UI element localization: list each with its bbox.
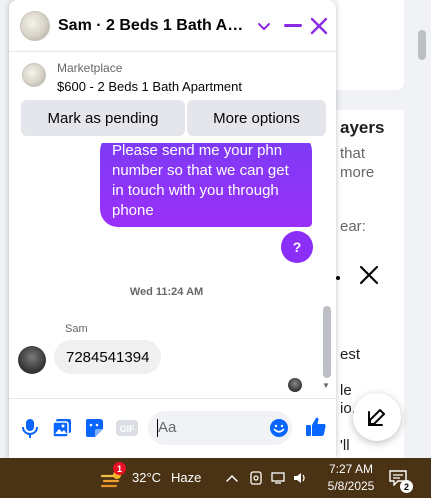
new-message-button[interactable] (353, 393, 401, 441)
chevron-down-icon[interactable] (257, 19, 271, 33)
marketplace-label: Marketplace (57, 61, 123, 75)
listing-title[interactable]: $600 - 2 Beds 1 Bath Apartment (57, 79, 242, 94)
taskbar: 1 32°C Haze 7:27 AM 5/8/2025 2 (0, 458, 431, 498)
marketplace-banner: Marketplace $600 - 2 Beds 1 Bath Apartme… (9, 53, 336, 143)
network-icon[interactable] (270, 470, 286, 486)
message-input[interactable] (158, 419, 258, 436)
background-text: more (340, 164, 375, 181)
chat-scrollbar[interactable] (323, 306, 331, 378)
outgoing-message[interactable]: ? (281, 231, 313, 263)
background-heading: ayers (340, 118, 385, 137)
message-list: Please send me your phn number so that w… (9, 143, 336, 398)
thumbs-up-icon[interactable] (304, 415, 328, 439)
clock-time[interactable]: 7:27 AM (326, 462, 376, 476)
composer: GIF (9, 398, 336, 458)
meet-now-icon[interactable] (248, 470, 264, 486)
minimize-button[interactable] (283, 16, 303, 36)
svg-text:GIF: GIF (120, 424, 136, 434)
avatar[interactable] (18, 346, 46, 374)
emoji-icon[interactable] (269, 418, 289, 438)
notification-badge: 2 (400, 480, 413, 493)
message-timestamp: Wed 11:24 AM (129, 286, 204, 298)
incoming-message[interactable]: 7284541394 (54, 340, 162, 374)
weather-badge: 1 (113, 462, 126, 475)
sender-name: Sam (65, 323, 88, 335)
chevron-up-icon[interactable] (224, 470, 240, 486)
page-scrollbar[interactable] (418, 30, 426, 60)
chat-title[interactable]: Sam · 2 Beds 1 Bath Apartment (58, 17, 248, 35)
avatar[interactable] (20, 11, 50, 41)
close-icon[interactable] (358, 264, 380, 286)
dot-icon (336, 276, 340, 280)
microphone-icon[interactable] (19, 417, 41, 439)
background-text: 'll (340, 437, 350, 454)
background-text: le (340, 382, 352, 399)
mark-as-pending-button[interactable]: Mark as pending (21, 100, 185, 136)
chat-header[interactable]: Sam · 2 Beds 1 Bath Apartment (9, 0, 336, 52)
weather-condition[interactable]: Haze (171, 470, 201, 485)
message-input-box[interactable] (148, 411, 292, 445)
seen-avatar (288, 378, 302, 392)
listing-avatar[interactable] (22, 63, 46, 87)
background-text: est (340, 346, 361, 363)
background-label: ear: (340, 218, 366, 235)
compose-icon (368, 409, 385, 426)
gif-icon[interactable]: GIF (115, 417, 139, 439)
more-options-button[interactable]: More options (187, 100, 326, 136)
background-text: that (340, 145, 366, 162)
background-card-top (330, 0, 404, 90)
scroll-down-arrow-icon[interactable]: ▼ (322, 381, 330, 390)
clock-date[interactable]: 5/8/2025 (322, 479, 380, 493)
sticker-icon[interactable] (83, 417, 105, 439)
volume-icon[interactable] (292, 470, 308, 486)
photo-icon[interactable] (51, 417, 73, 439)
page-scroll-track (408, 0, 431, 458)
chat-window: Sam · 2 Beds 1 Bath Apartment Marketplac… (9, 0, 336, 458)
close-icon[interactable] (309, 16, 329, 36)
temperature[interactable]: 32°C (132, 470, 161, 485)
outgoing-message[interactable]: Please send me your phn number so that w… (100, 143, 312, 227)
minimize-icon (284, 24, 302, 27)
